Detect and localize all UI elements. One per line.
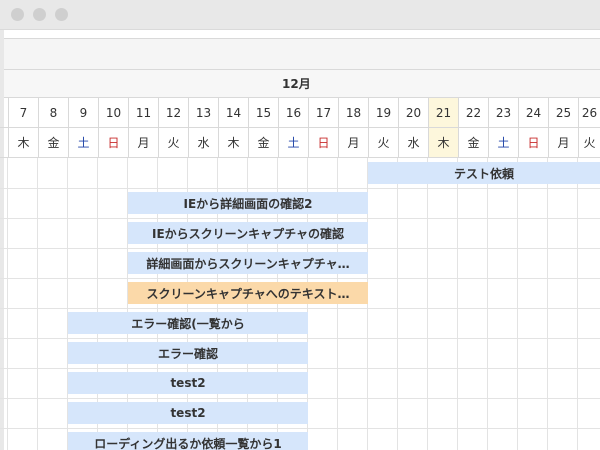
- month-label: 12月: [282, 77, 311, 91]
- date-cell: 13: [188, 98, 218, 127]
- weekday-cell: 水: [398, 128, 428, 157]
- date-cell: 16: [278, 98, 308, 127]
- weekday-cell: 木: [218, 128, 248, 157]
- date-cell: 23: [488, 98, 518, 127]
- weekday-cell: 土: [68, 128, 98, 157]
- task-bar[interactable]: エラー確認: [68, 342, 308, 364]
- task-bar[interactable]: ローディング出るか依頼一覧から1: [68, 432, 308, 450]
- weekday-cell: 月: [128, 128, 158, 157]
- weekday-cell: 火: [368, 128, 398, 157]
- gantt-toolbar: [4, 38, 600, 70]
- grid-column-line: [487, 158, 488, 450]
- date-header-row: 7 8 9 10 11 12 13 14 15 16 17 18 19 20 21 22 23 24 25 26: [0, 98, 600, 128]
- task-label: スクリーンキャプチャへのテキスト…: [146, 286, 350, 301]
- task-bar[interactable]: IEからスクリーンキャプチャの確認: [128, 222, 368, 244]
- task-label: エラー確認: [157, 346, 218, 361]
- date-cell: 26: [578, 98, 600, 127]
- grid-column-line: [517, 158, 518, 450]
- task-bar[interactable]: テスト依頼: [368, 162, 600, 184]
- grid-row-line: [0, 428, 600, 429]
- weekday-cell: 木: [428, 128, 458, 157]
- grid-row-line: [0, 218, 600, 219]
- weekday-cell: 火: [158, 128, 188, 157]
- date-cell: 19: [368, 98, 398, 127]
- weekday-cell: 土: [278, 128, 308, 157]
- grid-row-line: [0, 398, 600, 399]
- date-cell: 21: [428, 98, 458, 127]
- date-cell: 14: [218, 98, 248, 127]
- date-cell: 9: [68, 98, 98, 127]
- window-titlebar: [0, 0, 600, 30]
- date-cell: 17: [308, 98, 338, 127]
- date-cell: 11: [128, 98, 158, 127]
- weekday-cell: 水: [188, 128, 218, 157]
- grid-row-line: [0, 278, 600, 279]
- grid-column-line: [577, 158, 578, 450]
- grid-row-line: [0, 338, 600, 339]
- task-bar[interactable]: スクリーンキャプチャへのテキスト…: [128, 282, 368, 304]
- grid-column-line: [7, 158, 8, 450]
- grid-row-line: [0, 188, 600, 189]
- weekday-cell: 金: [38, 128, 68, 157]
- weekday-cell: 火: [578, 128, 600, 157]
- task-bar[interactable]: IEから詳細画面の確認2: [128, 192, 368, 214]
- weekday-cell: 金: [248, 128, 278, 157]
- date-cell: 25: [548, 98, 578, 127]
- task-label: test2: [170, 376, 206, 390]
- weekday-cell: 日: [308, 128, 338, 157]
- window-minimize-dot[interactable]: [33, 8, 46, 21]
- task-label: IEからスクリーンキャプチャの確認: [152, 226, 344, 241]
- grid-row-line: [0, 248, 600, 249]
- task-bar[interactable]: エラー確認(一覧から: [68, 312, 308, 334]
- date-cell: 20: [398, 98, 428, 127]
- month-header: 12月: [4, 70, 600, 98]
- task-label: 詳細画面からスクリーンキャプチャ…: [146, 256, 350, 271]
- task-label: IEから詳細画面の確認2: [183, 196, 313, 211]
- date-cell: 24: [518, 98, 548, 127]
- weekday-cell: 月: [338, 128, 368, 157]
- grid-row-line: [0, 308, 600, 309]
- grid-column-line: [457, 158, 458, 450]
- date-cell: 7: [8, 98, 38, 127]
- date-cell: 12: [158, 98, 188, 127]
- task-bar[interactable]: test2: [68, 372, 308, 394]
- window-close-dot[interactable]: [11, 8, 24, 21]
- grid-column-line: [427, 158, 428, 450]
- weekday-cell: 日: [98, 128, 128, 157]
- weekday-cell: 土: [488, 128, 518, 157]
- weekday-cell: 金: [458, 128, 488, 157]
- weekday-header-row: 木金土日月火水木金土日月火水木金土日月火: [0, 128, 600, 158]
- gantt-grid: テスト依頼 IEから詳細画面の確認2 IEからスクリーンキャプチャの確認 詳細画面から…: [0, 158, 600, 450]
- grid-column-line: [37, 158, 38, 450]
- grid-column-line: [547, 158, 548, 450]
- date-cell: 10: [98, 98, 128, 127]
- weekday-cell: 木: [8, 128, 38, 157]
- weekday-cell: 月: [548, 128, 578, 157]
- date-cell: 18: [338, 98, 368, 127]
- weekday-cell: 日: [518, 128, 548, 157]
- task-label: ローディング出るか依頼一覧から1: [94, 436, 282, 450]
- task-label: test2: [170, 406, 206, 420]
- window-maximize-dot[interactable]: [55, 8, 68, 21]
- date-cell: 15: [248, 98, 278, 127]
- task-label: テスト依頼: [453, 166, 514, 181]
- task-label: エラー確認(一覧から: [131, 316, 245, 331]
- grid-row-line: [0, 368, 600, 369]
- grid-column-line: [397, 158, 398, 450]
- date-cell: 8: [38, 98, 68, 127]
- task-bar[interactable]: test2: [68, 402, 308, 424]
- task-bar[interactable]: 詳細画面からスクリーンキャプチャ…: [128, 252, 368, 274]
- date-cell: 22: [458, 98, 488, 127]
